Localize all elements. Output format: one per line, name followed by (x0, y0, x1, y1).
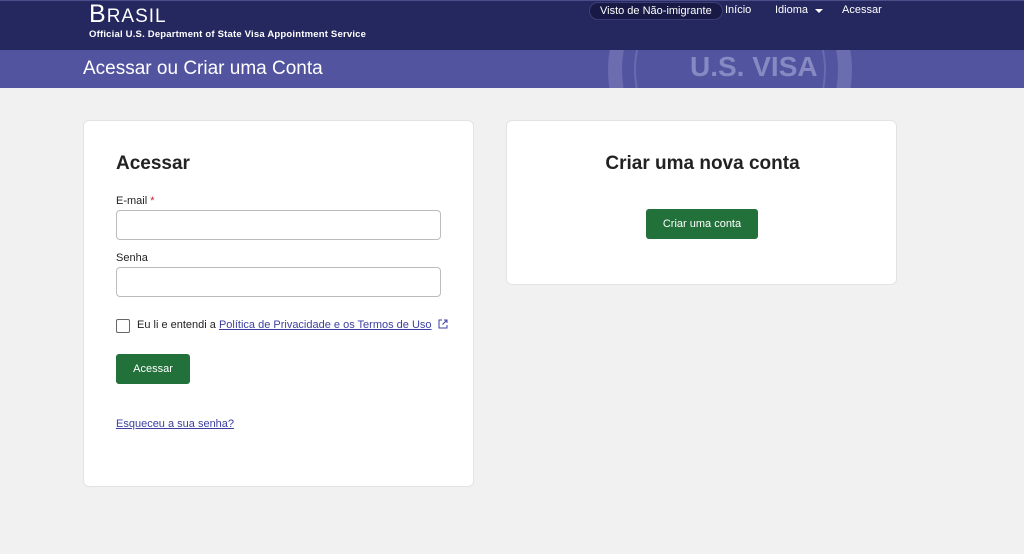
page-banner: U.S. VISA Acessar ou Criar uma Conta (0, 50, 1024, 88)
page-title: Acessar ou Criar uma Conta (83, 58, 323, 79)
top-header: BRASIL Official U.S. Department of State… (0, 0, 1024, 50)
terms-checkbox[interactable] (116, 319, 130, 333)
external-link-icon[interactable] (438, 319, 448, 329)
login-card: Acessar E-mail * Senha Eu li e entendi a… (83, 120, 474, 487)
terms-label: Eu li e entendi a Política de Privacidad… (137, 319, 448, 331)
email-label: E-mail * (116, 195, 155, 207)
chevron-down-icon[interactable] (815, 9, 823, 13)
nav-idioma-dropdown[interactable]: Idioma (775, 4, 808, 16)
privacy-terms-link[interactable]: Política de Privacidade e os Termos de U… (219, 319, 432, 331)
required-marker: * (150, 195, 155, 207)
seal-text: U.S. VISA (690, 51, 818, 82)
us-visa-seal-icon: U.S. VISA (608, 50, 852, 88)
nav-acessar-link[interactable]: Acessar (842, 4, 882, 16)
signup-card: Criar uma nova conta Criar uma conta (506, 120, 897, 285)
forgot-password-link[interactable]: Esqueceu a sua senha? (116, 418, 234, 430)
create-account-button[interactable]: Criar uma conta (646, 209, 758, 239)
brand-logo[interactable]: BRASIL (89, 1, 167, 30)
signup-heading: Criar uma nova conta (605, 153, 800, 174)
login-submit-button[interactable]: Acessar (116, 354, 190, 384)
password-label: Senha (116, 252, 148, 264)
nav-inicio-link[interactable]: Início (725, 4, 751, 16)
login-heading: Acessar (116, 153, 190, 174)
email-field[interactable] (116, 210, 441, 240)
visa-type-badge[interactable]: Visto de Não-imigrante (589, 2, 723, 20)
terms-prefix: Eu li e entendi a (137, 319, 216, 331)
site-subtitle: Official U.S. Department of State Visa A… (89, 29, 367, 40)
password-field[interactable] (116, 267, 441, 297)
email-label-text: E-mail (116, 195, 148, 207)
